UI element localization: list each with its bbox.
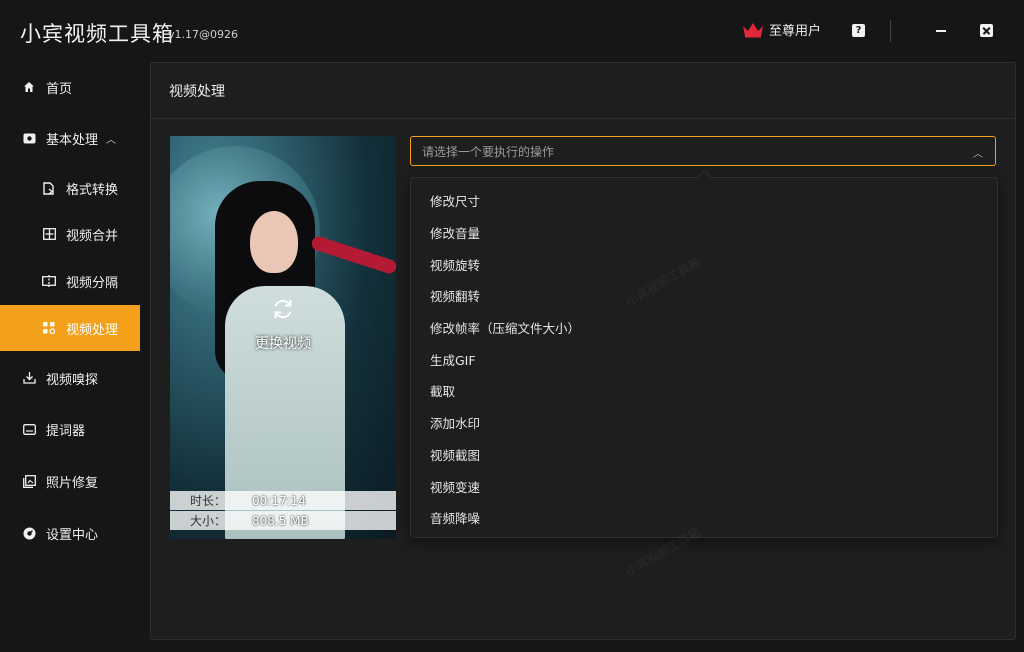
chevron-up-icon: ︿ (973, 149, 983, 160)
sidebar-item-label: 视频分隔 (66, 275, 119, 291)
option-screenshot[interactable]: 视频截图 (411, 439, 997, 471)
panel-title: 视频处理 (151, 63, 1015, 119)
sidebar-item-label: 首页 (46, 81, 73, 97)
operation-dropdown: 修改尺寸 修改音量 视频旋转 视频翻转 修改帧率（压缩文件大小） 生成GIF 截… (410, 177, 998, 538)
chevron-up-icon: ︿ (106, 134, 117, 146)
sidebar-item-label: 提词器 (46, 423, 86, 439)
sidebar-item-settings[interactable]: 设置中心 (0, 510, 140, 556)
title-bar: 小宾视频工具箱 v1.17@0926 至尊用户 ? (0, 0, 1024, 62)
sidebar-item-teleprompter[interactable]: 提词器 (0, 406, 140, 452)
replace-video-label: 更换视频 (255, 336, 311, 352)
sidebar-item-basic-process[interactable]: 基本处理 ︿ (0, 115, 140, 161)
video-process-panel: 视频处理 更换视频 时长： 00:17:14 大小： 808.5 MB 请选择一… (150, 62, 1016, 640)
sidebar-item-label: 照片修复 (46, 475, 99, 491)
sidebar-item-label: 视频合并 (66, 228, 119, 244)
option-framerate[interactable]: 修改帧率（压缩文件大小） (411, 312, 997, 344)
settings-icon (22, 526, 36, 540)
app-title: 小宾视频工具箱 (20, 22, 174, 46)
size-row: 大小： 808.5 MB (170, 511, 396, 530)
sidebar-item-home[interactable]: 首页 (0, 64, 140, 110)
basic-process-icon (22, 131, 36, 145)
help-button[interactable]: ? (852, 24, 865, 37)
split-icon (42, 274, 56, 288)
sidebar-item-label: 格式转换 (66, 182, 119, 198)
video-preview[interactable]: 更换视频 时长： 00:17:14 大小： 808.5 MB (170, 136, 396, 539)
file-convert-icon (42, 181, 56, 195)
duration-label: 时长： (190, 494, 227, 508)
titlebar-divider (890, 20, 891, 42)
option-speed[interactable]: 视频变速 (411, 470, 997, 502)
vip-user-badge[interactable]: 至尊用户 (742, 20, 821, 39)
photo-repair-icon (22, 474, 36, 488)
sidebar-item-label: 基本处理 (46, 132, 99, 148)
size-value: 808.5 MB (252, 513, 309, 528)
home-icon (22, 80, 36, 94)
sidebar-item-video-merge[interactable]: 视频合并 (0, 211, 140, 257)
video-info: 时长： 00:17:14 大小： 808.5 MB (170, 491, 396, 531)
size-label: 大小： (190, 514, 227, 528)
video-subject-face (250, 211, 298, 273)
sidebar-item-photo-repair[interactable]: 照片修复 (0, 458, 140, 504)
minimize-button[interactable] (936, 30, 946, 32)
operation-select[interactable]: 请选择一个要执行的操作 ︿ (410, 136, 996, 166)
process-icon (42, 321, 56, 335)
duration-row: 时长： 00:17:14 (170, 491, 396, 510)
option-trim[interactable]: 截取 (411, 375, 997, 407)
operation-select-placeholder: 请选择一个要执行的操作 (422, 144, 555, 159)
app-version: v1.17@0926 (168, 28, 238, 41)
option-gif[interactable]: 生成GIF (411, 343, 997, 375)
option-rotate[interactable]: 视频旋转 (411, 248, 997, 280)
option-volume[interactable]: 修改音量 (411, 217, 997, 249)
option-resize[interactable]: 修改尺寸 (411, 185, 997, 217)
teleprompter-icon (22, 422, 36, 436)
option-denoise[interactable]: 音频降噪 (411, 502, 997, 534)
video-microphone (309, 234, 396, 276)
merge-icon (42, 227, 56, 241)
close-button[interactable] (980, 24, 993, 37)
option-watermark[interactable]: 添加水印 (411, 407, 997, 439)
vip-label: 至尊用户 (769, 24, 822, 39)
sidebar-item-video-process[interactable]: 视频处理 (0, 305, 140, 351)
duration-value: 00:17:14 (252, 493, 306, 508)
sidebar-item-label: 视频嗅探 (46, 372, 99, 388)
option-flip[interactable]: 视频翻转 (411, 280, 997, 312)
sidebar-item-video-split[interactable]: 视频分隔 (0, 258, 140, 304)
crown-icon (743, 22, 763, 37)
replace-video-button[interactable]: 更换视频 (170, 296, 396, 353)
sidebar: 首页 基本处理 ︿ 格式转换 视频合并 视频分隔 视频处理 视频嗅探 提词器 照… (0, 62, 140, 652)
refresh-icon (170, 296, 396, 329)
download-icon (22, 371, 36, 385)
sidebar-item-label: 视频处理 (66, 322, 119, 338)
sidebar-item-format-convert[interactable]: 格式转换 (0, 165, 140, 211)
sidebar-item-label: 设置中心 (46, 527, 99, 543)
sidebar-item-video-sniff[interactable]: 视频嗅探 (0, 355, 140, 401)
